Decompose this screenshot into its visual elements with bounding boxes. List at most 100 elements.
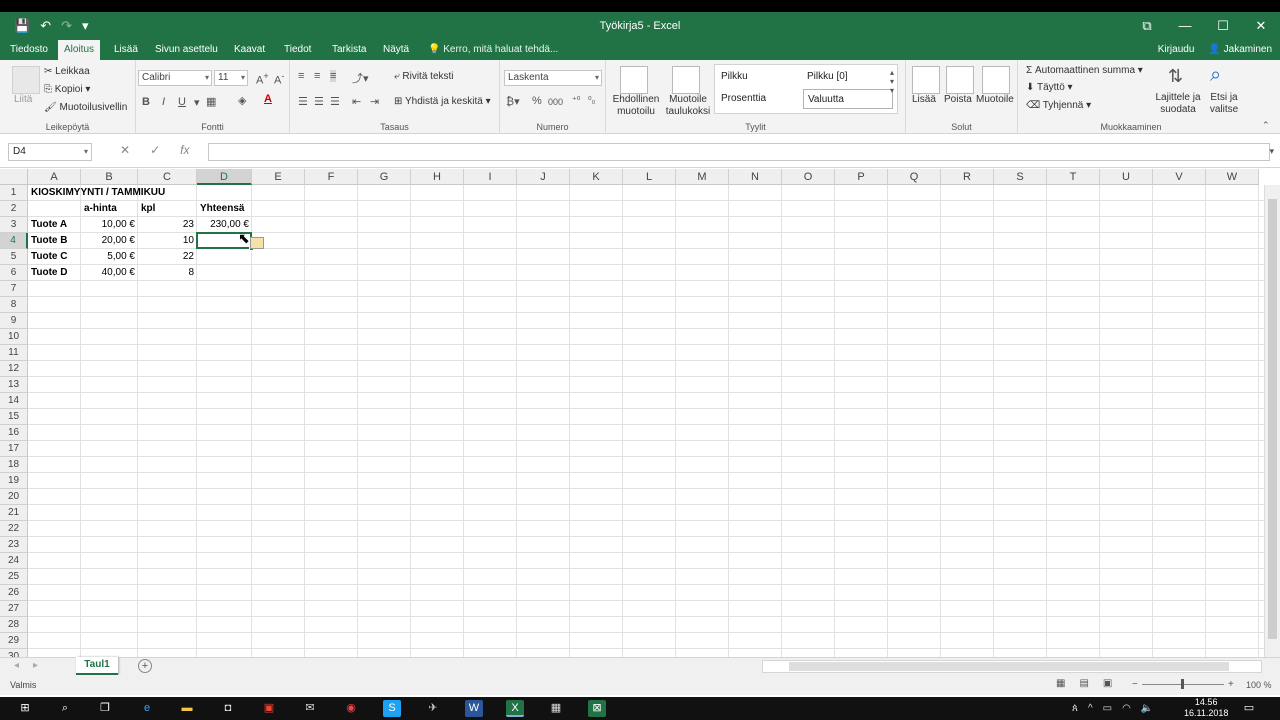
row-header-27[interactable]: 27	[0, 601, 28, 617]
cell-c2[interactable]: kpl	[138, 201, 197, 217]
cell-b5[interactable]: 5,00 €	[81, 249, 138, 265]
cell-a4[interactable]: Tuote B	[28, 233, 81, 249]
column-header-b[interactable]: B	[81, 169, 138, 185]
tab-insert[interactable]: Lisää	[108, 40, 144, 60]
cell-d2[interactable]: Yhteensä	[197, 201, 252, 217]
row-header-16[interactable]: 16	[0, 425, 28, 441]
app-icon[interactable]: ✈	[424, 700, 442, 717]
clock[interactable]: 14.56 16.11.2018	[1184, 697, 1228, 719]
decrease-decimal-icon[interactable]: ⁰₀	[588, 95, 595, 106]
row-header-23[interactable]: 23	[0, 537, 28, 553]
sort-filter-label[interactable]: Lajittele ja suodata	[1154, 92, 1202, 116]
expand-formula-bar-icon[interactable]: ▾	[1269, 146, 1274, 157]
column-header-s[interactable]: S	[994, 169, 1047, 185]
style-comma0[interactable]: Pilkku [0]	[803, 67, 848, 87]
column-header-l[interactable]: L	[623, 169, 676, 185]
grow-font-icon[interactable]: A+	[256, 71, 269, 87]
autosum-button[interactable]: Σ Automaattinen summa ▾	[1026, 65, 1143, 76]
search-icon[interactable]: ⌕	[56, 700, 74, 717]
tab-view[interactable]: Näytä	[377, 40, 415, 60]
vertical-scroll-thumb[interactable]	[1268, 199, 1277, 639]
tab-review[interactable]: Tarkista	[326, 40, 372, 60]
copy-button[interactable]: ⎘ Kopioi ▾	[44, 84, 90, 95]
column-header-a[interactable]: A	[28, 169, 81, 185]
row-header-5[interactable]: 5	[0, 249, 28, 265]
tray-chevron-icon[interactable]: ^	[1088, 697, 1093, 720]
row-header-8[interactable]: 8	[0, 297, 28, 313]
bold-button[interactable]: B	[142, 96, 150, 108]
column-header-e[interactable]: E	[252, 169, 305, 185]
borders-icon[interactable]: ▦	[206, 95, 216, 108]
row-header-9[interactable]: 9	[0, 313, 28, 329]
normal-view-icon[interactable]: ▦	[1056, 678, 1065, 689]
row-header-6[interactable]: 6	[0, 265, 28, 281]
horizontal-scroll-thumb[interactable]	[789, 662, 1229, 671]
sort-filter-icon[interactable]: ⇅	[1168, 66, 1183, 87]
increase-indent-icon[interactable]: ⇥	[370, 95, 379, 108]
column-header-f[interactable]: F	[305, 169, 358, 185]
row-header-1[interactable]: 1	[0, 185, 28, 201]
row-header-17[interactable]: 17	[0, 441, 28, 457]
find-select-icon[interactable]: ⌕	[1210, 64, 1221, 87]
gallery-scroll-icon[interactable]: ▴ ▾ ▾	[890, 68, 894, 95]
zoom-in-button[interactable]: +	[1228, 675, 1234, 695]
column-header-r[interactable]: R	[941, 169, 994, 185]
row-header-19[interactable]: 19	[0, 473, 28, 489]
cell-a6[interactable]: Tuote D	[28, 265, 81, 281]
align-right-icon[interactable]: ☰	[330, 95, 340, 108]
select-all-corner[interactable]	[0, 169, 28, 185]
cell-a3[interactable]: Tuote A	[28, 217, 81, 233]
font-color-icon[interactable]: A	[264, 93, 272, 105]
formula-input[interactable]	[208, 143, 1270, 161]
row-header-11[interactable]: 11	[0, 345, 28, 361]
italic-button[interactable]: I	[162, 96, 165, 108]
underline-dropdown-icon[interactable]: ▾	[194, 96, 200, 109]
ribbon-display-options-button[interactable]: ⧉	[1128, 12, 1166, 40]
insert-cells-label[interactable]: Lisää	[912, 94, 936, 105]
cell-c3[interactable]: 23	[138, 217, 197, 233]
find-select-label[interactable]: Etsi ja valitse	[1204, 92, 1244, 116]
column-header-m[interactable]: M	[676, 169, 729, 185]
tab-file[interactable]: Tiedosto	[4, 40, 54, 60]
row-header-21[interactable]: 21	[0, 505, 28, 521]
delete-cells-label[interactable]: Poista	[944, 94, 972, 105]
insert-function-icon[interactable]: fx	[180, 143, 189, 157]
tab-formulas[interactable]: Kaavat	[228, 40, 271, 60]
delete-cells-icon[interactable]	[946, 66, 974, 94]
people-icon[interactable]: ጰ	[1072, 697, 1078, 720]
volume-icon[interactable]: 🔈	[1141, 697, 1153, 720]
style-currency[interactable]: Valuutta	[803, 89, 893, 109]
row-header-2[interactable]: 2	[0, 201, 28, 217]
enter-icon[interactable]: ✓	[150, 143, 160, 157]
font-name-combo[interactable]: Calibri	[138, 70, 212, 86]
windows-start-icon[interactable]: ⊞	[16, 700, 34, 717]
column-header-n[interactable]: N	[729, 169, 782, 185]
style-comma[interactable]: Pilkku	[717, 67, 748, 87]
page-layout-view-icon[interactable]: ▤	[1079, 678, 1088, 689]
sheet-tab-taul1[interactable]: Taul1	[76, 657, 118, 675]
horizontal-scrollbar[interactable]	[762, 660, 1262, 673]
row-header-18[interactable]: 18	[0, 457, 28, 473]
orientation-icon[interactable]: ⤴▾	[352, 70, 369, 86]
tab-page-layout[interactable]: Sivun asettelu	[149, 40, 224, 60]
column-header-j[interactable]: J	[517, 169, 570, 185]
format-cells-label[interactable]: Muotoile	[976, 94, 1014, 105]
align-bottom-icon[interactable]: ≡	[330, 70, 337, 82]
column-header-h[interactable]: H	[411, 169, 464, 185]
close-button[interactable]: ✕	[1242, 12, 1280, 40]
column-header-t[interactable]: T	[1047, 169, 1100, 185]
align-center-icon[interactable]: ☰	[314, 95, 324, 108]
task-view-icon[interactable]: ❐	[96, 700, 114, 717]
row-header-30[interactable]: 30	[0, 649, 28, 657]
cell-a1[interactable]: KIOSKIMYYNTI / TAMMIKUU	[28, 185, 228, 201]
align-middle-icon[interactable]: ≡	[314, 70, 320, 82]
column-header-w[interactable]: W	[1206, 169, 1259, 185]
cell-b4[interactable]: 20,00 €	[81, 233, 138, 249]
cell-c5[interactable]: 22	[138, 249, 197, 265]
fill-button[interactable]: ⬇ Täyttö ▾	[1026, 82, 1073, 93]
paste-label[interactable]: Liitä	[14, 94, 32, 105]
merge-center-button[interactable]: ⊞ Yhdistä ja keskitä ▾	[394, 96, 491, 107]
row-header-29[interactable]: 29	[0, 633, 28, 649]
row-header-26[interactable]: 26	[0, 585, 28, 601]
zoom-slider-thumb[interactable]	[1181, 679, 1184, 689]
